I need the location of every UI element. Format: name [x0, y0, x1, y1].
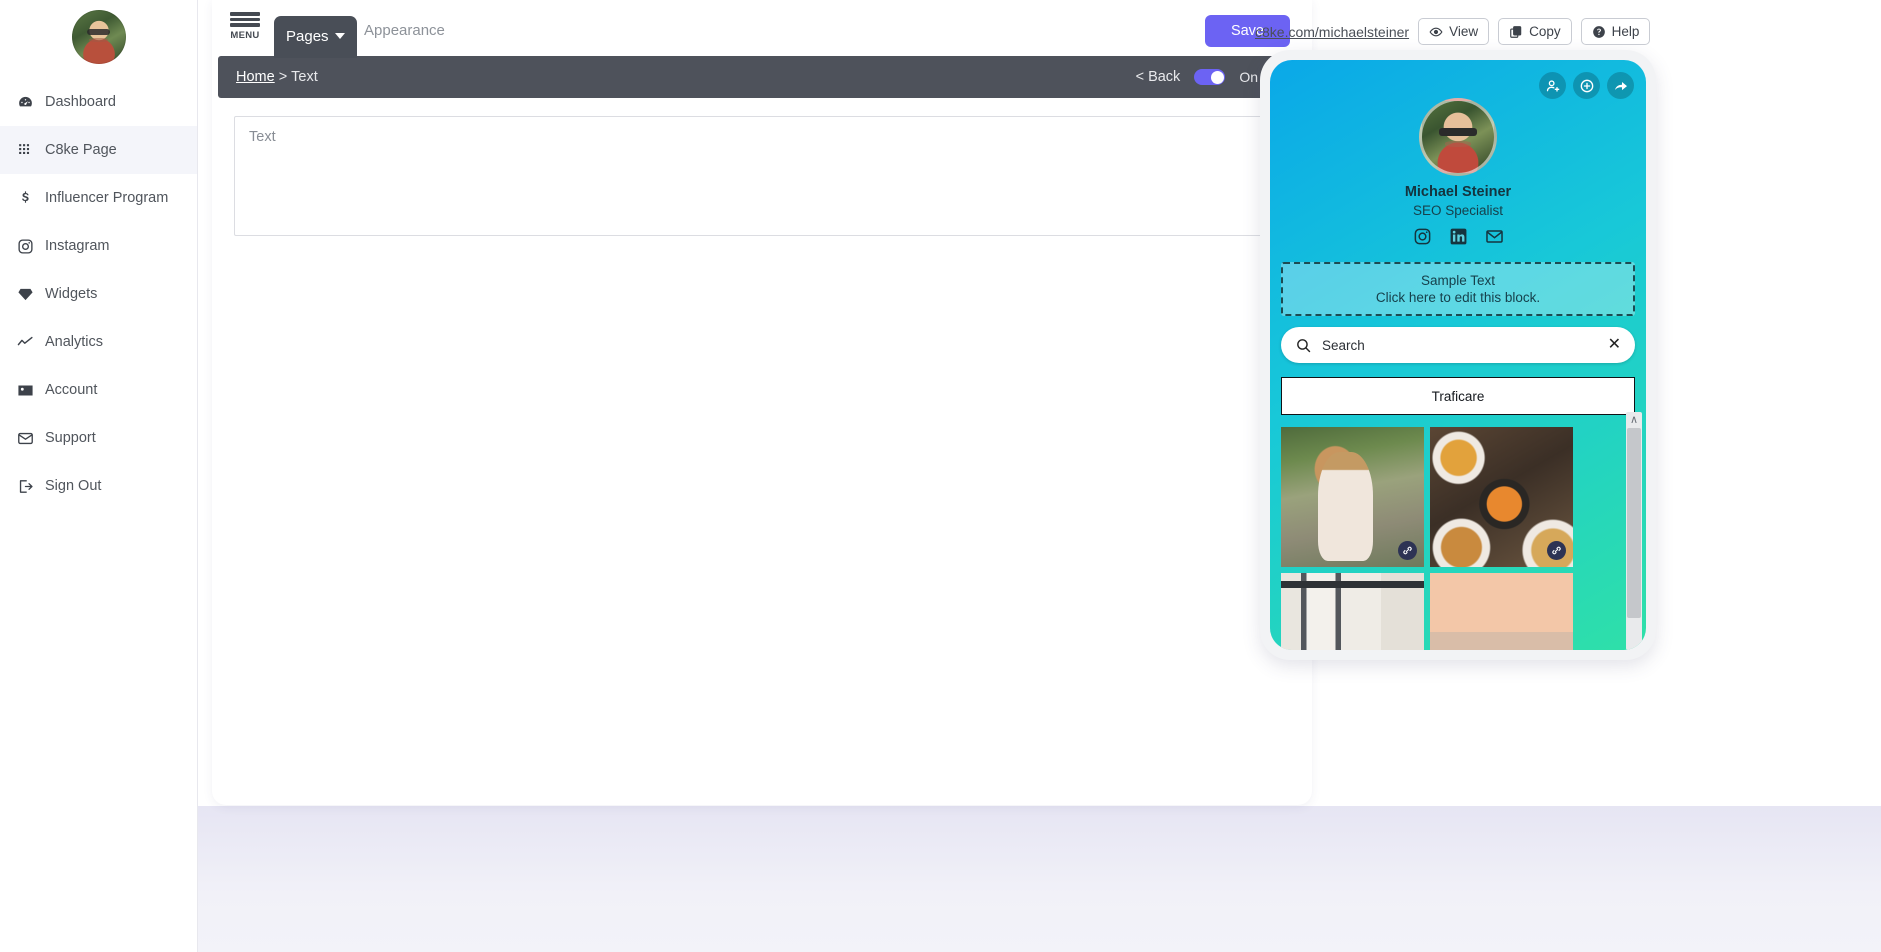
chart-line-icon — [16, 333, 34, 351]
sidebar-item-label: Widgets — [45, 286, 98, 302]
editor-area — [212, 98, 1312, 241]
plus-circle-icon[interactable] — [1573, 72, 1600, 99]
instagram-icon[interactable] — [1413, 227, 1432, 246]
add-person-icon[interactable] — [1539, 72, 1566, 99]
gallery-tile[interactable] — [1281, 427, 1424, 567]
preview-scrollbar[interactable]: ∧ — [1626, 412, 1642, 650]
instagram-icon — [16, 237, 34, 255]
sidebar-item-widgets[interactable]: Widgets — [0, 270, 197, 318]
hamburger-bar — [230, 23, 260, 27]
hamburger-bar — [230, 17, 260, 21]
panel-toolbar: MENU Pages Appearance Save — [212, 0, 1312, 58]
chevron-down-icon — [334, 33, 345, 39]
sidebar-item-c8ke-page[interactable]: C8ke Page — [0, 126, 197, 174]
phone-preview-frame: Michael Steiner SEO Specialist Sample Te… — [1260, 50, 1656, 660]
dashboard-icon — [16, 93, 34, 111]
copy-icon — [1509, 25, 1523, 39]
sidebar-item-support[interactable]: Support — [0, 414, 197, 462]
search-value: Search — [1322, 337, 1365, 353]
view-button-label: View — [1449, 24, 1479, 39]
sidebar-item-account[interactable]: Account — [0, 366, 197, 414]
sidebar-item-sign-out[interactable]: Sign Out — [0, 462, 197, 510]
breadcrumb-home[interactable]: Home — [236, 69, 275, 85]
link-icon[interactable] — [1547, 541, 1566, 560]
sidebar-avatar-wrap — [0, 0, 197, 78]
id-card-icon — [16, 381, 34, 399]
email-icon[interactable] — [1485, 227, 1504, 246]
preview-header: c8ke.com/michaelsteiner View Copy Help — [1255, 18, 1651, 45]
editor-panel: MENU Pages Appearance Save Home > Text <… — [212, 0, 1312, 805]
sign-out-icon — [16, 477, 34, 495]
eye-icon — [1429, 25, 1443, 39]
sidebar-item-label: Instagram — [45, 238, 110, 254]
traficare-link-button[interactable]: Traficare — [1281, 377, 1635, 415]
scroll-up-arrow-icon[interactable]: ∧ — [1626, 412, 1642, 427]
sample-text-block[interactable]: Sample Text Click here to edit this bloc… — [1281, 262, 1635, 316]
breadcrumb: Home > Text < Back On — [218, 56, 1306, 98]
sidebar-item-label: Sign Out — [45, 478, 102, 494]
profile-avatar — [1419, 98, 1497, 176]
gem-icon — [16, 285, 34, 303]
sidebar-item-dashboard[interactable]: Dashboard — [0, 78, 197, 126]
profile-social-links — [1270, 227, 1646, 246]
sidebar: Dashboard C8ke Page Influencer Program I… — [0, 0, 198, 952]
gallery-grid — [1281, 427, 1573, 650]
preview-url-link[interactable]: c8ke.com/michaelsteiner — [1255, 24, 1409, 40]
sidebar-item-label: Analytics — [45, 334, 104, 350]
dollar-icon — [16, 189, 34, 207]
hamburger-bar — [230, 12, 260, 16]
gallery-tile[interactable] — [1430, 427, 1573, 567]
tab-pages[interactable]: Pages — [274, 16, 357, 58]
visibility-toggle[interactable] — [1194, 69, 1226, 85]
toggle-knob — [1210, 70, 1224, 84]
scrollbar-thumb[interactable] — [1627, 428, 1641, 618]
gallery-tile[interactable] — [1430, 573, 1573, 650]
search-input[interactable]: Search ✕ — [1281, 327, 1635, 363]
tab-appearance[interactable]: Appearance — [364, 22, 445, 39]
sidebar-item-label: C8ke Page — [45, 142, 117, 158]
share-icon[interactable] — [1607, 72, 1634, 99]
sample-text-line1: Sample Text — [1420, 273, 1496, 288]
phone-action-icons — [1539, 72, 1634, 99]
sidebar-item-analytics[interactable]: Analytics — [0, 318, 197, 366]
profile-name: Michael Steiner — [1404, 184, 1512, 200]
sidebar-item-label: Account — [45, 382, 98, 398]
phone-screen: Michael Steiner SEO Specialist Sample Te… — [1270, 60, 1646, 650]
menu-label: MENU — [230, 29, 260, 41]
gallery-tile[interactable] — [1281, 573, 1424, 650]
linkedin-icon[interactable] — [1449, 227, 1468, 246]
copy-button-label: Copy — [1529, 24, 1561, 39]
link-icon[interactable] — [1398, 541, 1417, 560]
back-button[interactable]: < Back — [1136, 69, 1181, 85]
grid-icon — [16, 141, 34, 159]
view-button[interactable]: View — [1418, 18, 1490, 45]
envelope-icon — [16, 429, 34, 447]
sidebar-item-influencer-program[interactable]: Influencer Program — [0, 174, 197, 222]
breadcrumb-separator: > — [278, 69, 288, 85]
profile-role: SEO Specialist — [1412, 203, 1504, 218]
question-circle-icon — [1592, 25, 1606, 39]
sidebar-item-label: Support — [45, 430, 96, 446]
toggle-state-label: On — [1239, 69, 1258, 85]
search-icon — [1295, 337, 1312, 354]
help-button[interactable]: Help — [1580, 18, 1651, 45]
sidebar-item-label: Dashboard — [45, 94, 116, 110]
breadcrumb-current: Text — [291, 69, 318, 85]
menu-button[interactable]: MENU — [228, 12, 262, 41]
avatar[interactable] — [71, 10, 126, 64]
gallery-wrap — [1281, 427, 1635, 650]
page-background-bottom — [0, 806, 1881, 952]
help-button-label: Help — [1611, 24, 1640, 39]
text-input[interactable] — [234, 116, 1290, 236]
close-icon[interactable]: ✕ — [1608, 337, 1621, 353]
copy-button[interactable]: Copy — [1498, 18, 1572, 45]
tab-pages-label: Pages — [286, 27, 329, 45]
sample-text-line2: Click here to edit this block. — [1375, 290, 1541, 305]
sidebar-item-instagram[interactable]: Instagram — [0, 222, 197, 270]
sidebar-item-label: Influencer Program — [45, 190, 169, 206]
